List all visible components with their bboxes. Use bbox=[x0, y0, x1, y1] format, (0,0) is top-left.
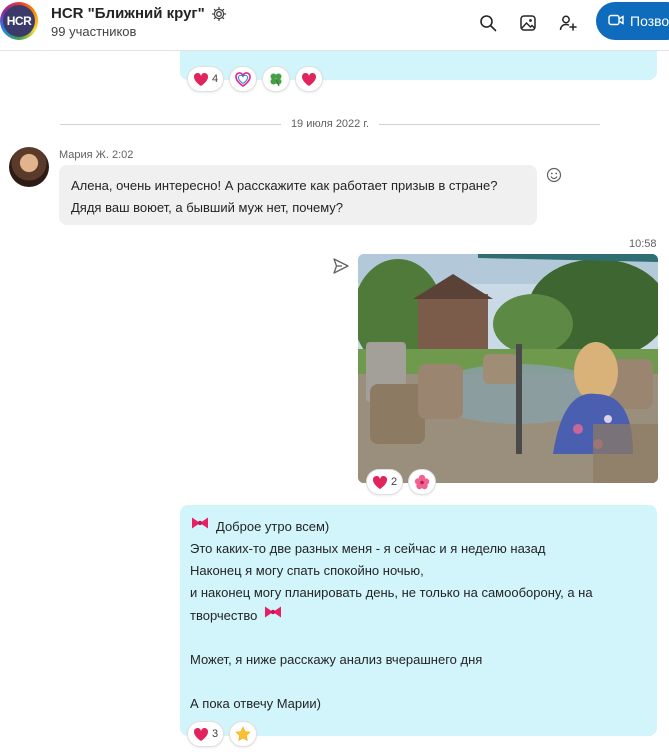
chat-header: HCR HCR "Ближний круг" 99 участников Поз… bbox=[0, 0, 669, 51]
message-line: Доброе утро всем) bbox=[190, 515, 647, 538]
ribbon-icon bbox=[190, 515, 210, 538]
love-letter-icon bbox=[235, 71, 251, 87]
reaction-heart-2[interactable] bbox=[295, 66, 324, 92]
message-line: Это каких-то две разных меня - я сейчас … bbox=[190, 541, 546, 556]
group-avatar[interactable]: HCR bbox=[0, 2, 38, 40]
add-people-icon[interactable] bbox=[557, 12, 579, 34]
reaction-star[interactable] bbox=[229, 721, 258, 747]
heart-icon bbox=[193, 72, 209, 86]
date-separator: 19 июля 2022 г. bbox=[60, 116, 601, 132]
reaction-love-letter[interactable] bbox=[229, 66, 258, 92]
message-line: и наконец могу планировать день, не толь… bbox=[190, 585, 593, 600]
video-call-button[interactable]: Позво bbox=[596, 2, 669, 40]
reaction-count: 2 bbox=[391, 476, 398, 488]
participants-count[interactable]: 99 участников bbox=[51, 24, 136, 39]
message-time: 10:58 bbox=[629, 238, 657, 250]
heart-icon bbox=[193, 727, 209, 741]
reaction-heart[interactable]: 4 bbox=[187, 66, 225, 92]
heart-icon bbox=[372, 475, 388, 489]
previous-message-reactions: 4 bbox=[187, 66, 324, 92]
message-line: Дядя ваш воюет, а бывший муж нет, почему… bbox=[71, 200, 344, 215]
reaction-count: 4 bbox=[212, 73, 219, 85]
message-line: творчество bbox=[190, 604, 647, 627]
search-icon[interactable] bbox=[477, 12, 499, 34]
gear-icon[interactable] bbox=[211, 6, 227, 22]
date-label: 19 июля 2022 г. bbox=[290, 118, 370, 130]
add-reaction-icon[interactable] bbox=[546, 167, 562, 188]
divider bbox=[60, 123, 281, 125]
message-line: Наконец я могу спать спокойно ночью, bbox=[190, 563, 424, 578]
ribbon-icon bbox=[263, 604, 283, 627]
avatar[interactable] bbox=[9, 147, 49, 187]
outgoing-message-bubble[interactable]: Доброе утро всем) Это каких-то две разны… bbox=[180, 505, 657, 736]
text-message-reactions: 3 bbox=[187, 721, 258, 747]
chat-title: HCR "Ближний круг" bbox=[51, 5, 205, 22]
clover-icon bbox=[270, 73, 282, 87]
reaction-clover[interactable] bbox=[262, 66, 291, 92]
photo-reactions: 2 bbox=[366, 469, 437, 495]
message-line: Может, я ниже расскажу анализ вчерашнего… bbox=[190, 652, 483, 667]
hibiscus-icon bbox=[414, 474, 430, 490]
heart-icon bbox=[302, 72, 317, 86]
incoming-message-bubble[interactable]: Алена, очень интересно! А расскажите как… bbox=[59, 165, 537, 225]
star-icon bbox=[235, 726, 251, 741]
reaction-count: 3 bbox=[212, 728, 219, 740]
reaction-hibiscus[interactable] bbox=[408, 469, 437, 495]
divider bbox=[379, 123, 601, 125]
sender-name-time: Мария Ж. 2:02 bbox=[59, 149, 134, 161]
video-call-label: Позво bbox=[630, 13, 669, 29]
message-line: Алена, очень интересно! А расскажите как… bbox=[71, 178, 498, 193]
video-camera-icon bbox=[608, 13, 624, 30]
reaction-heart[interactable]: 3 bbox=[187, 721, 225, 747]
garden-photo-image bbox=[358, 254, 658, 483]
shared-photo[interactable] bbox=[358, 254, 658, 483]
message-line: А пока отвечу Марии) bbox=[190, 696, 321, 711]
sent-icon bbox=[332, 257, 350, 280]
reaction-heart[interactable]: 2 bbox=[366, 469, 404, 495]
gallery-icon[interactable] bbox=[517, 12, 539, 34]
group-avatar-initials: HCR bbox=[3, 5, 35, 37]
chat-title-row[interactable]: HCR "Ближний круг" bbox=[51, 5, 227, 22]
